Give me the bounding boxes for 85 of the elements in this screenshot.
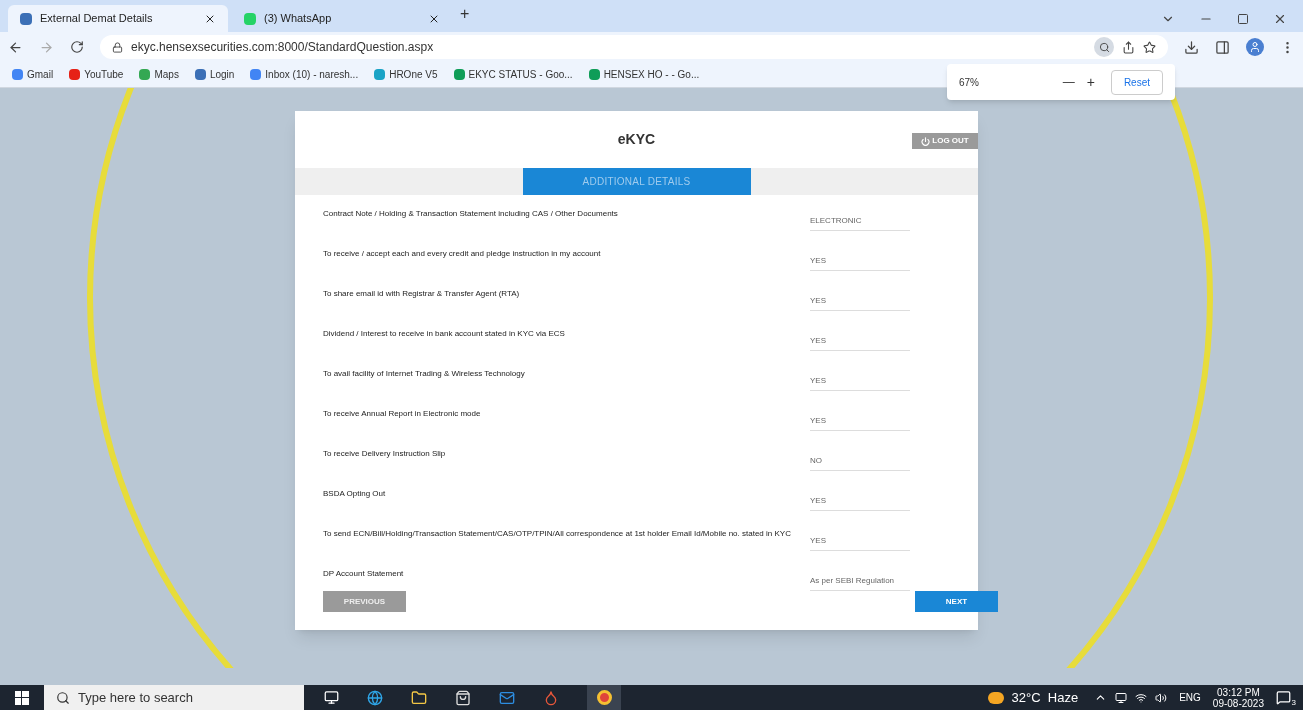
tab-title: (3) WhatsApp [264,11,333,27]
bookmark-link[interactable]: HENSEX HO - - Go... [603,67,700,82]
task-view-icon[interactable] [324,690,339,705]
address-bar[interactable]: ekyc.hensexsecurities.com:8000/StandardQuestion.aspx [100,35,1168,59]
person-icon [1249,41,1261,53]
message-icon [1276,690,1291,705]
network-icon[interactable] [1135,691,1148,704]
favicon-icon [139,69,151,80]
store-icon[interactable] [455,689,471,706]
star-icon[interactable] [1143,40,1156,54]
bookmark-link[interactable]: Login [209,67,235,82]
magnifier-icon [1098,41,1110,53]
zoom-button[interactable] [1094,37,1114,57]
question-label: Dividend / Interest to receive in bank account stated in KYC via ECS [323,329,566,339]
language-indicator[interactable]: ENG [1179,690,1201,705]
favicon-icon [250,69,262,80]
dialog-title: eKYC [617,130,656,149]
back-icon[interactable] [8,39,23,55]
bookmark-link[interactable]: Maps [154,67,179,82]
answer-field[interactable]: YES [810,415,910,431]
question-label: To receive Annual Report in Electronic mode [323,409,482,419]
clock-date: 09-08-2023 [1212,697,1264,709]
bookmark-link[interactable]: Inbox (10) - naresh... [265,67,359,82]
notification-count: 3 [1291,697,1296,709]
profile-button[interactable] [1246,38,1264,56]
zoom-out-button[interactable]: — [1058,73,1079,91]
answer-field[interactable]: YES [810,375,910,391]
answer-field[interactable]: YES [810,535,910,551]
question-label: To share email id with Registrar & Transfer Agent (RTA) [323,289,521,299]
reset-button[interactable]: Reset [1110,69,1163,95]
search-placeholder: Type here to search [78,688,193,707]
question-label: BSDA Opting Out [323,489,387,499]
search-icon [56,690,70,705]
folder-icon[interactable] [411,689,427,706]
answer-field[interactable]: As per SEBI Regulation [810,575,910,591]
favicon-icon [12,69,23,80]
favicon-icon [194,69,206,80]
reload-icon[interactable] [70,40,84,54]
bookmark-link[interactable]: HROne V5 [389,67,438,82]
tab-title: External Demat Details [40,11,154,27]
clock-time: 03:12 PM [1217,686,1260,698]
favicon-icon [588,69,600,80]
share-icon[interactable] [1122,40,1135,54]
question-label: To send ECN/Bill/Holding/Transaction Statement/CAS/OTP/TPIN/All correspondence at 1st holder Email Id/Mobile no. stated in KYC [323,529,792,539]
question-label: Contract Note / Holding & Transaction Statement including CAS / Other Documents [323,209,619,219]
next-button[interactable]: NEXT [915,591,998,612]
question-label: To avail facility of Internet Trading & Wireless Technology [323,369,526,379]
mail-icon[interactable] [499,689,515,706]
favicon-icon [20,12,32,25]
volume-icon[interactable] [1155,691,1168,704]
bookmark-link[interactable]: EKYC STATUS - Goo... [468,67,573,82]
favicon-icon [453,69,465,80]
question-label: To receive Delivery Instruction Slip [323,449,447,459]
answer-field[interactable]: YES [810,335,910,351]
answer-field[interactable]: ELECTRONIC [810,215,910,231]
zoom-level: 67% [959,75,979,90]
favicon-icon [244,12,256,25]
weather-text: 32°C Haze [1011,688,1079,707]
restore-icon[interactable] [1237,13,1249,25]
zoom-in-button[interactable]: + [1078,71,1103,93]
close-icon[interactable] [1273,12,1287,26]
browser-tab[interactable]: External Demat Details [8,5,228,32]
bookmark-link[interactable]: Gmail [27,67,54,82]
bookmark-link[interactable]: YouTube [84,67,124,82]
circle-app-icon [596,690,612,705]
url-text: ekyc.hensexsecurities.com:8000/StandardQuestion.aspx [131,39,434,56]
favicon-icon [69,69,81,80]
browser-icon[interactable] [367,689,383,706]
favicon-icon [374,69,386,80]
droplet-icon[interactable] [543,689,559,706]
question-label: To receive / accept each and every credit and pledge instruction in my account [323,249,602,259]
answer-field[interactable]: NO [810,455,910,471]
taskbar-search-field[interactable]: Type here to search [44,685,304,710]
download-icon[interactable] [1184,39,1199,55]
power-icon [921,136,931,146]
answer-field[interactable]: YES [810,295,910,311]
lock-icon [112,41,123,53]
answer-field[interactable]: YES [810,255,910,271]
new-tab-button[interactable]: + [456,2,474,26]
question-label: DP Account Statement [323,569,405,579]
answer-field[interactable]: YES [810,495,910,511]
active-app-button[interactable] [587,685,621,710]
side-panel-icon[interactable] [1215,39,1230,55]
display-icon[interactable] [1115,691,1128,704]
browser-tab[interactable]: (3) WhatsApp [232,5,452,32]
